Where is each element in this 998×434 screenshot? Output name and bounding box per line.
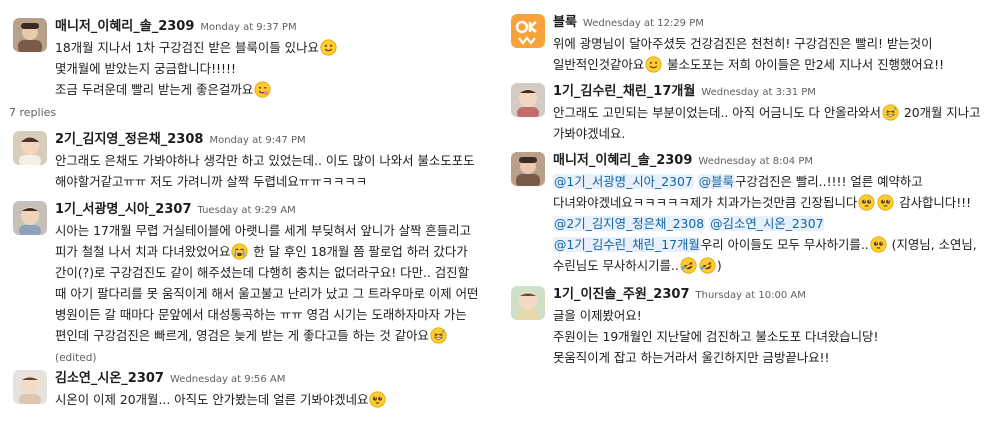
smiling-face-icon: [645, 56, 662, 73]
pleading-face-icon: [877, 194, 894, 211]
grin-sweat-icon: [430, 327, 447, 344]
avatar[interactable]: [511, 152, 545, 186]
replies-count[interactable]: 7 replies: [9, 106, 56, 119]
timestamp[interactable]: Wednesday at 12:29 PM: [583, 18, 704, 29]
avatar[interactable]: [511, 286, 545, 320]
avatar[interactable]: [13, 18, 47, 52]
message-text: @1기_서광명_시아_2307 @블룩구강검진은 빨리..!!!! 얼른 예약하…: [553, 171, 992, 276]
timestamp[interactable]: Monday at 9:37 PM: [200, 22, 296, 33]
timestamp[interactable]: Tuesday at 9:29 AM: [198, 205, 296, 216]
grin-sweat-icon: [882, 104, 899, 121]
timestamp[interactable]: Thursday at 10:00 AM: [696, 290, 806, 301]
message-text: 시온이 이제 20개월... 아직도 안가봤는데 얼른 기봐야겠네요: [55, 389, 484, 410]
sender-name[interactable]: 1기_이진솔_주원_2307: [553, 287, 690, 302]
timestamp[interactable]: Monday at 9:47 PM: [209, 135, 305, 146]
user-mention[interactable]: @김소연_시온_2307: [709, 216, 825, 231]
message-text: 시아는 17개월 무렵 거실테이블에 아랫니를 세게 부딪혀서 앞니가 살짝 흔…: [55, 223, 479, 364]
user-mention[interactable]: @1기_김수린_채린_17개월: [553, 237, 701, 252]
sender-name[interactable]: 1기_서광명_시아_2307: [55, 202, 192, 217]
message-text: 글을 이제봤어요! 주원이는 19개월인 지난달에 검진하고 불소도포 다녀왔습…: [553, 308, 879, 365]
sender-name[interactable]: 블룩: [553, 15, 577, 30]
pleading-face-icon: [858, 194, 875, 211]
avatar[interactable]: [13, 201, 47, 235]
sender-name[interactable]: 2기_김지영_정은채_2308: [55, 132, 203, 147]
timestamp[interactable]: Wednesday at 9:56 AM: [170, 374, 285, 385]
pleading-face-icon: [870, 236, 887, 253]
crying-face-icon: [231, 243, 248, 260]
sender-name[interactable]: 1기_김수린_채린_17개월: [553, 84, 695, 99]
wink-icon: [254, 81, 271, 98]
rofl-icon: [699, 257, 716, 274]
timestamp[interactable]: Wednesday at 8:04 PM: [698, 156, 813, 167]
message-text: 18개월 지나서 1차 구강검진 받은 블룩이들 있나요 몇개월에 받았는지 궁…: [55, 37, 484, 100]
avatar[interactable]: [13, 370, 47, 404]
rofl-icon: [680, 257, 697, 274]
timestamp[interactable]: Wednesday at 3:31 PM: [701, 87, 816, 98]
message-text: 안그래도 고민되는 부분이었는데.. 아직 어금니도 다 안올라와서 20개월 …: [553, 104, 981, 141]
avatar[interactable]: [511, 83, 545, 117]
smiling-face-icon: [320, 39, 337, 56]
sender-name[interactable]: 매니저_이혜리_솔_2309: [55, 19, 194, 34]
message-text: 위에 광명님이 달아주셨듯 건강검진은 천천히! 구강검진은 빨리! 받는것이 …: [553, 36, 945, 73]
user-mention[interactable]: @블룩: [697, 174, 735, 189]
edited-label: (edited): [55, 352, 97, 364]
sender-name[interactable]: 김소연_시온_2307: [55, 371, 164, 386]
pleading-face-icon: [369, 391, 386, 408]
avatar[interactable]: [511, 14, 545, 48]
user-mention[interactable]: @1기_서광명_시아_2307: [553, 174, 694, 189]
avatar[interactable]: [13, 131, 47, 165]
message-text: 안그래도 은채도 가봐야하나 생각만 하고 있었는데.. 이도 많이 나와서 불…: [55, 153, 475, 189]
sender-name[interactable]: 매니저_이혜리_솔_2309: [553, 153, 692, 168]
user-mention[interactable]: @2기_김지영_정은채_2308: [553, 216, 706, 231]
